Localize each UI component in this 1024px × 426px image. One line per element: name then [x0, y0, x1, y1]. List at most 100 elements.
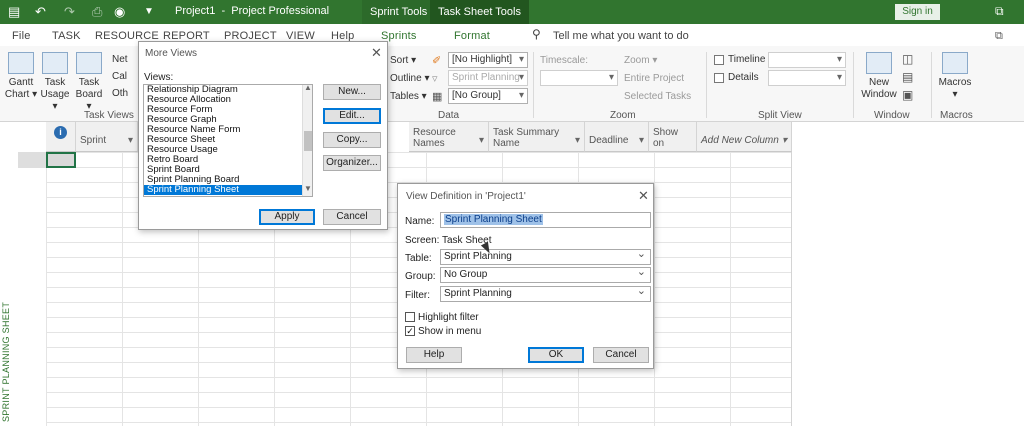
switch-windows-icon[interactable]: ◫	[902, 52, 913, 66]
close-icon[interactable]: ✕	[371, 45, 382, 61]
context-tab-task-sheet-tools[interactable]: Task Sheet Tools	[430, 0, 529, 24]
group-zoom: Zoom	[610, 110, 636, 121]
group-by-combo[interactable]: [No Group]	[448, 88, 528, 104]
outline-button[interactable]: Outline ▾	[390, 73, 429, 84]
cancel-button[interactable]: Cancel	[323, 209, 381, 225]
filter-icon: ▿	[432, 73, 438, 85]
new-window-button[interactable]: New Window	[860, 52, 898, 101]
network-diagram-button[interactable]: Net	[112, 54, 128, 65]
tab-format[interactable]: Format	[454, 30, 490, 42]
column-header-deadline[interactable]: Deadline	[585, 122, 649, 152]
tell-me-search[interactable]: Tell me what you want to do	[553, 30, 689, 42]
view-side-label: SPRINT PLANNING SHEET	[1, 301, 11, 422]
close-icon[interactable]: ✕	[638, 188, 649, 204]
table-label: Table:	[405, 253, 432, 264]
timeline-checkbox[interactable]	[714, 55, 724, 65]
column-header-add-new[interactable]: Add New Column	[697, 122, 792, 152]
help-button[interactable]: Help	[406, 347, 462, 363]
other-views-button[interactable]: Oth	[112, 88, 128, 99]
new-view-button[interactable]: New...	[323, 84, 381, 100]
filter-select[interactable]: Sprint Planning	[440, 284, 651, 302]
organizer-button[interactable]: Organizer...	[323, 155, 381, 171]
zoom-button[interactable]: Zoom ▾	[624, 55, 657, 66]
filter-label: Filter:	[405, 290, 430, 301]
group-label: Group:	[405, 271, 436, 282]
show-in-menu-label: Show in menu	[418, 326, 482, 337]
save-icon[interactable]: ▤	[8, 3, 20, 21]
more-views-dialog: More Views ✕ Views: Relationship Diagram…	[138, 41, 388, 230]
task-usage-icon	[42, 52, 68, 74]
highlight-filter-checkbox[interactable]	[405, 312, 415, 322]
tables-button[interactable]: Tables ▾	[390, 91, 427, 102]
task-board-button[interactable]: Task Board ▾	[72, 52, 106, 113]
apply-button[interactable]: Apply	[259, 209, 315, 225]
window-title: Project1 - Project Professional	[175, 5, 330, 17]
cancel-button[interactable]: Cancel	[593, 347, 649, 363]
details-checkbox[interactable]	[714, 73, 724, 83]
sign-in-button[interactable]: Sign in	[895, 4, 940, 20]
macros-button[interactable]: Macros ▾	[936, 52, 974, 101]
scroll-up-icon[interactable]: ▲	[304, 85, 312, 92]
tab-task[interactable]: TASK	[52, 30, 81, 42]
timescale-combo[interactable]	[540, 70, 618, 86]
ribbon-display-options-icon[interactable]: ⧉	[995, 30, 1003, 43]
scroll-thumb[interactable]	[304, 131, 312, 151]
title-bar: ▤ ↶ ↷ ⎙ ◉ ▼ Project1 - Project Professio…	[0, 0, 1024, 24]
list-item-selected[interactable]: Sprint Planning Sheet	[144, 185, 312, 195]
selected-tasks-button[interactable]: Selected Tasks	[624, 91, 691, 102]
column-header-sprint[interactable]: Sprint	[76, 122, 138, 152]
gantt-chart-icon	[8, 52, 34, 74]
redo-icon[interactable]: ↷	[64, 3, 75, 21]
view-definition-dialog: View Definition in 'Project1' ✕ Name: Sp…	[397, 183, 654, 369]
new-window-icon	[866, 52, 892, 74]
task-usage-button[interactable]: Task Usage ▾	[38, 52, 72, 113]
screen-label: Screen:	[405, 235, 440, 246]
restore-window-icon[interactable]: ⧉	[995, 4, 1004, 19]
name-label: Name:	[405, 216, 435, 227]
context-tab-sprint-tools[interactable]: Sprint Tools	[362, 0, 436, 24]
group-by-icon: ▦	[432, 91, 443, 103]
list-scrollbar[interactable]: ▲ ▼	[302, 85, 312, 196]
views-label: Views:	[144, 72, 174, 83]
highlight-combo[interactable]: [No Highlight]	[448, 52, 528, 68]
group-window: Window	[874, 110, 910, 121]
macros-icon	[942, 52, 968, 74]
timescale-label: Timescale:	[540, 55, 588, 66]
column-header-resource-names[interactable]: Resource Names	[409, 122, 489, 152]
column-header-show-on[interactable]: Show on	[649, 122, 697, 152]
indicators-header[interactable]: i	[46, 122, 76, 152]
name-value: Sprint Planning Sheet	[444, 214, 543, 225]
touch-mode-icon[interactable]: ◉	[114, 3, 125, 21]
timeline-combo[interactable]	[768, 52, 846, 68]
customize-qat-icon[interactable]: ▼	[144, 3, 154, 21]
details-combo[interactable]	[768, 70, 846, 86]
filter-combo[interactable]: Sprint Planning	[448, 70, 528, 86]
info-icon: i	[54, 126, 67, 139]
print-icon[interactable]: ⎙	[92, 3, 102, 21]
edit-view-button[interactable]: Edit...	[323, 108, 381, 124]
ok-button[interactable]: OK	[528, 347, 584, 363]
highlight-filter-label: Highlight filter	[418, 312, 479, 323]
view-definition-title: View Definition in 'Project1'	[406, 191, 526, 202]
group-select[interactable]: No Group	[440, 265, 651, 283]
show-in-menu-checkbox[interactable]: ✓	[405, 326, 415, 336]
highlight-icon: ✐	[432, 55, 442, 67]
entire-project-button[interactable]: Entire Project	[624, 73, 684, 84]
column-header-task-summary-name[interactable]: Task Summary Name	[489, 122, 585, 152]
group-task-views: Task Views	[84, 110, 134, 121]
name-field[interactable]: Sprint Planning Sheet	[440, 212, 651, 228]
sort-button[interactable]: Sort ▾	[390, 55, 416, 66]
views-listbox[interactable]: Relationship Diagram Resource Allocation…	[143, 84, 313, 197]
arrange-all-icon[interactable]: ▤	[902, 70, 913, 84]
row-selector[interactable]	[18, 152, 46, 168]
copy-view-button[interactable]: Copy...	[323, 132, 381, 148]
group-data: Data	[438, 110, 460, 121]
calendar-button[interactable]: Cal	[112, 71, 127, 82]
hide-window-icon[interactable]: ▣	[902, 88, 913, 102]
selected-cell[interactable]	[46, 152, 76, 168]
scroll-down-icon[interactable]: ▼	[304, 184, 312, 193]
undo-icon[interactable]: ↶	[35, 3, 46, 21]
table-select[interactable]: Sprint Planning	[440, 247, 651, 265]
tab-file[interactable]: File	[12, 30, 31, 42]
gantt-chart-button[interactable]: Gantt Chart ▾	[4, 52, 38, 101]
